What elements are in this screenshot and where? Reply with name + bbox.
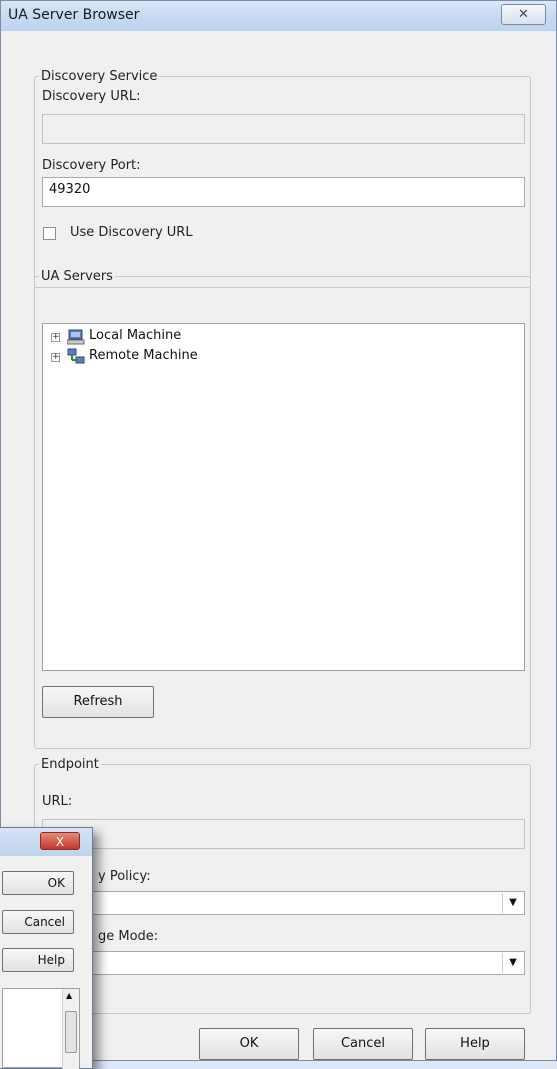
discovery-service-legend: Discovery Service (41, 69, 158, 84)
message-mode-label: ge Mode: (98, 929, 159, 944)
server-tree[interactable]: + Local Machine + Remote Machine (42, 323, 525, 671)
endpoint-group: Endpoint (34, 757, 531, 1014)
ok-button[interactable]: OK (199, 1028, 299, 1060)
overlay-cancel-button[interactable]: Cancel (2, 910, 74, 934)
discovery-url-label: Discovery URL: (42, 89, 141, 104)
tree-item-local-machine[interactable]: + Local Machine (47, 328, 247, 348)
overlay-ok-button[interactable]: OK (2, 871, 74, 895)
overlay-scroll-thumb[interactable] (65, 1011, 77, 1053)
expand-icon[interactable]: + (51, 353, 60, 362)
overlay-title-bar[interactable]: X (0, 828, 92, 856)
help-button[interactable]: Help (425, 1028, 525, 1060)
scroll-up-icon[interactable]: ▲ (66, 991, 72, 1000)
message-mode-select[interactable]: ▼ (42, 951, 525, 975)
ua-server-browser-window: UA Server Browser ✕ Discovery Service Di… (0, 0, 557, 1069)
overlay-scrollbar[interactable]: ▲ (62, 989, 79, 1069)
cancel-button[interactable]: Cancel (313, 1028, 413, 1060)
discovery-url-field[interactable] (42, 114, 525, 144)
overlay-dialog: X OK Cancel Help ▲ (0, 827, 93, 1069)
discovery-port-label: Discovery Port: (42, 158, 141, 173)
overlay-close-button[interactable]: X (40, 832, 80, 850)
ua-servers-legend: UA Servers (41, 269, 113, 284)
chevron-down-icon: ▼ (502, 953, 523, 973)
chevron-down-icon: ▼ (502, 893, 523, 913)
endpoint-url-field[interactable] (42, 819, 525, 849)
tree-item-remote-machine[interactable]: + Remote Machine (47, 348, 247, 368)
window-title: UA Server Browser (8, 7, 140, 23)
endpoint-url-label: URL: (42, 794, 73, 809)
computer-icon (66, 329, 85, 349)
endpoint-legend: Endpoint (41, 757, 99, 772)
use-discovery-url-checkbox[interactable] (43, 227, 56, 240)
security-policy-select[interactable]: ▼ (42, 891, 525, 915)
tree-label-local-machine: Local Machine (89, 328, 182, 343)
close-icon: ✕ (518, 7, 529, 22)
security-policy-label: y Policy: (98, 869, 151, 884)
close-button[interactable]: ✕ (501, 4, 546, 25)
title-bar[interactable]: UA Server Browser ✕ (1, 1, 556, 31)
refresh-button[interactable]: Refresh (42, 686, 154, 718)
overlay-list[interactable]: ▲ (2, 988, 80, 1069)
tree-label-remote-machine: Remote Machine (89, 348, 198, 363)
overlay-help-button[interactable]: Help (2, 948, 74, 972)
network-icon (67, 348, 85, 370)
use-discovery-url-label[interactable]: Use Discovery URL (70, 225, 193, 240)
discovery-port-field[interactable]: 49320 (42, 177, 525, 207)
close-icon: X (55, 835, 65, 849)
expand-icon[interactable]: + (51, 333, 60, 342)
